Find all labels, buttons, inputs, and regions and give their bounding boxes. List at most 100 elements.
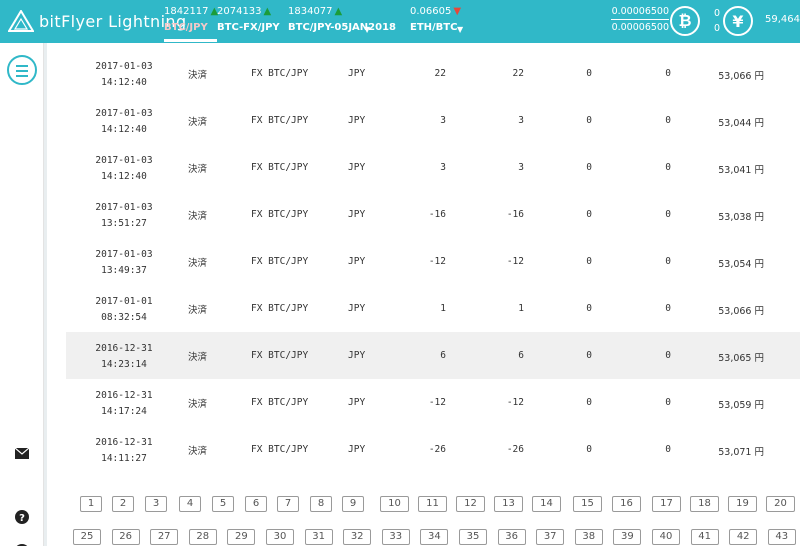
page-button[interactable]: 7 <box>277 496 299 512</box>
row-amount: 1 <box>440 303 446 314</box>
page-button[interactable]: 38 <box>574 529 603 545</box>
page-button[interactable]: 3 <box>145 496 167 512</box>
row-change: -26 <box>506 444 524 455</box>
menu-icon[interactable] <box>7 55 37 85</box>
page-button[interactable]: 19 <box>728 496 757 512</box>
btc-balance-value-2: 0.00006500 <box>611 22 669 33</box>
page-button[interactable]: 6 <box>245 496 267 512</box>
yen-icon[interactable]: ¥ <box>723 6 753 36</box>
row-amount: -26 <box>428 444 446 455</box>
page-button[interactable]: 12 <box>456 496 485 512</box>
row-change: -16 <box>506 209 524 220</box>
row-balance: 53,065 円 <box>718 353 764 364</box>
page-button[interactable]: 18 <box>690 496 719 512</box>
page-button[interactable]: 35 <box>459 529 487 545</box>
table-row[interactable]: 2016-12-31 14:17:24 決済 FX BTC/JPY JPY -12 -12 0… <box>66 379 800 426</box>
row-datetime: 2017-01-03 13:49:37 <box>95 249 153 276</box>
jpy-total: 59,464 <box>765 14 800 25</box>
row-swap: 0 <box>665 68 671 79</box>
row-currency: JPY <box>348 115 366 126</box>
row-datetime: 2017-01-03 14:12:40 <box>95 61 153 88</box>
page-button[interactable]: 29 <box>227 529 256 545</box>
page-button[interactable]: 1 <box>80 496 102 512</box>
page-button[interactable]: 20 <box>766 496 795 512</box>
page-button[interactable]: 2 <box>112 496 134 512</box>
row-datetime: 2017-01-03 14:12:40 <box>95 155 153 182</box>
chevron-down-icon[interactable]: ▼ <box>457 25 463 34</box>
page-button[interactable]: 13 <box>494 496 523 512</box>
page-button[interactable]: 17 <box>652 496 681 512</box>
page-button[interactable]: 10 <box>380 496 409 512</box>
page-button[interactable]: 37 <box>536 529 565 545</box>
row-amount: -16 <box>428 209 446 220</box>
page-button[interactable]: 28 <box>188 529 217 545</box>
circle-icon[interactable] <box>14 540 30 546</box>
page-button[interactable]: 42 <box>729 529 758 545</box>
page-button[interactable]: 27 <box>150 529 179 545</box>
table-row[interactable]: 2017-01-01 08:32:54 決済 FX BTC/JPY JPY 1 1 0 0 53,… <box>66 285 800 332</box>
row-change: -12 <box>506 256 524 267</box>
page-button[interactable]: 8 <box>310 496 332 512</box>
table-row[interactable]: 2017-01-03 13:49:37 決済 FX BTC/JPY JPY -12 -12 0… <box>66 238 800 285</box>
page-button[interactable]: 9 <box>342 496 364 512</box>
row-balance: 53,038 円 <box>718 212 764 223</box>
page-button[interactable]: 16 <box>612 496 641 512</box>
page-button[interactable]: 11 <box>418 496 447 512</box>
row-fee: 0 <box>586 68 592 79</box>
page-button[interactable]: 34 <box>420 529 449 545</box>
row-balance: 53,066 円 <box>718 71 764 82</box>
page-button[interactable]: 5 <box>212 496 234 512</box>
row-balance: 53,066 円 <box>718 306 764 317</box>
row-product: FX BTC/JPY <box>251 397 309 408</box>
row-currency: JPY <box>348 209 366 220</box>
logo[interactable]: bitFlyer Lightning <box>8 9 187 33</box>
page-button[interactable]: 25 <box>73 529 101 545</box>
page-button[interactable]: 30 <box>266 529 294 545</box>
row-datetime: 2017-01-03 14:12:40 <box>95 108 153 135</box>
row-fee: 0 <box>586 115 592 126</box>
jpy-balance-value-1: 0 <box>714 8 721 19</box>
page-button[interactable]: 15 <box>573 496 602 512</box>
row-datetime: 2017-01-03 13:51:27 <box>95 202 153 229</box>
jpy-balance: 0 0 <box>714 6 720 36</box>
history-table: 2017-01-03 14:12:40 決済 FX BTC/JPY JPY 22 22 0 0 5… <box>66 50 800 473</box>
table-row[interactable]: 2017-01-03 13:51:27 決済 FX BTC/JPY JPY -16 -16 0… <box>66 191 800 238</box>
page-button[interactable]: 14 <box>532 496 561 512</box>
arrow-down-icon: ▼ <box>453 6 462 17</box>
row-balance: 53,041 円 <box>718 165 764 176</box>
page-button[interactable]: 33 <box>381 529 410 545</box>
page-button[interactable]: 39 <box>613 529 642 545</box>
page-button[interactable]: 4 <box>179 496 201 512</box>
row-change: -12 <box>506 397 524 408</box>
page-button[interactable]: 31 <box>304 529 333 545</box>
bitcoin-icon[interactable]: ₿ <box>670 6 700 36</box>
row-type: 決済 <box>188 70 208 81</box>
row-balance: 53,059 円 <box>718 400 764 411</box>
mail-icon[interactable] <box>14 445 30 461</box>
page-button[interactable]: 43 <box>767 529 796 545</box>
table-row[interactable]: 2016-12-31 14:11:27 決済 FX BTC/JPY JPY -26 -26 0… <box>66 426 800 473</box>
table-row[interactable]: 2017-01-03 14:12:40 決済 FX BTC/JPY JPY 22 22 0 0 5… <box>66 50 800 97</box>
page-button[interactable]: 26 <box>111 529 140 545</box>
row-product: FX BTC/JPY <box>251 209 309 220</box>
market-label: ETH/BTC <box>410 22 458 33</box>
row-type: 決済 <box>188 258 208 269</box>
page-button[interactable]: 32 <box>343 529 372 545</box>
page-button[interactable]: 41 <box>690 529 719 545</box>
page-button[interactable]: 40 <box>652 529 680 545</box>
table-row[interactable]: 2017-01-03 14:12:40 決済 FX BTC/JPY JPY 3 3 0 0 53,… <box>66 144 800 191</box>
row-currency: JPY <box>348 68 366 79</box>
row-swap: 0 <box>665 350 671 361</box>
market-price: 0.06605 ▼ <box>410 6 462 17</box>
market-price: 1834077 ▲ <box>288 6 343 17</box>
help-icon[interactable]: ? <box>14 509 30 525</box>
arrow-up-icon: ▲ <box>334 6 343 17</box>
arrow-up-icon: ▲ <box>263 6 272 17</box>
page-button[interactable]: 36 <box>497 529 526 545</box>
market-label: BTC/JPY-05JAN2018 <box>288 22 396 33</box>
row-datetime: 2016-12-31 14:11:27 <box>95 437 153 464</box>
table-row[interactable]: 2017-01-03 14:12:40 決済 FX BTC/JPY JPY 3 3 0 0 53,… <box>66 97 800 144</box>
row-datetime: 2016-12-31 14:17:24 <box>95 390 153 417</box>
chevron-down-icon[interactable]: ▼ <box>364 25 370 34</box>
table-row[interactable]: 2016-12-31 14:23:14 決済 FX BTC/JPY JPY 6 6 0 0 53,… <box>66 332 800 379</box>
